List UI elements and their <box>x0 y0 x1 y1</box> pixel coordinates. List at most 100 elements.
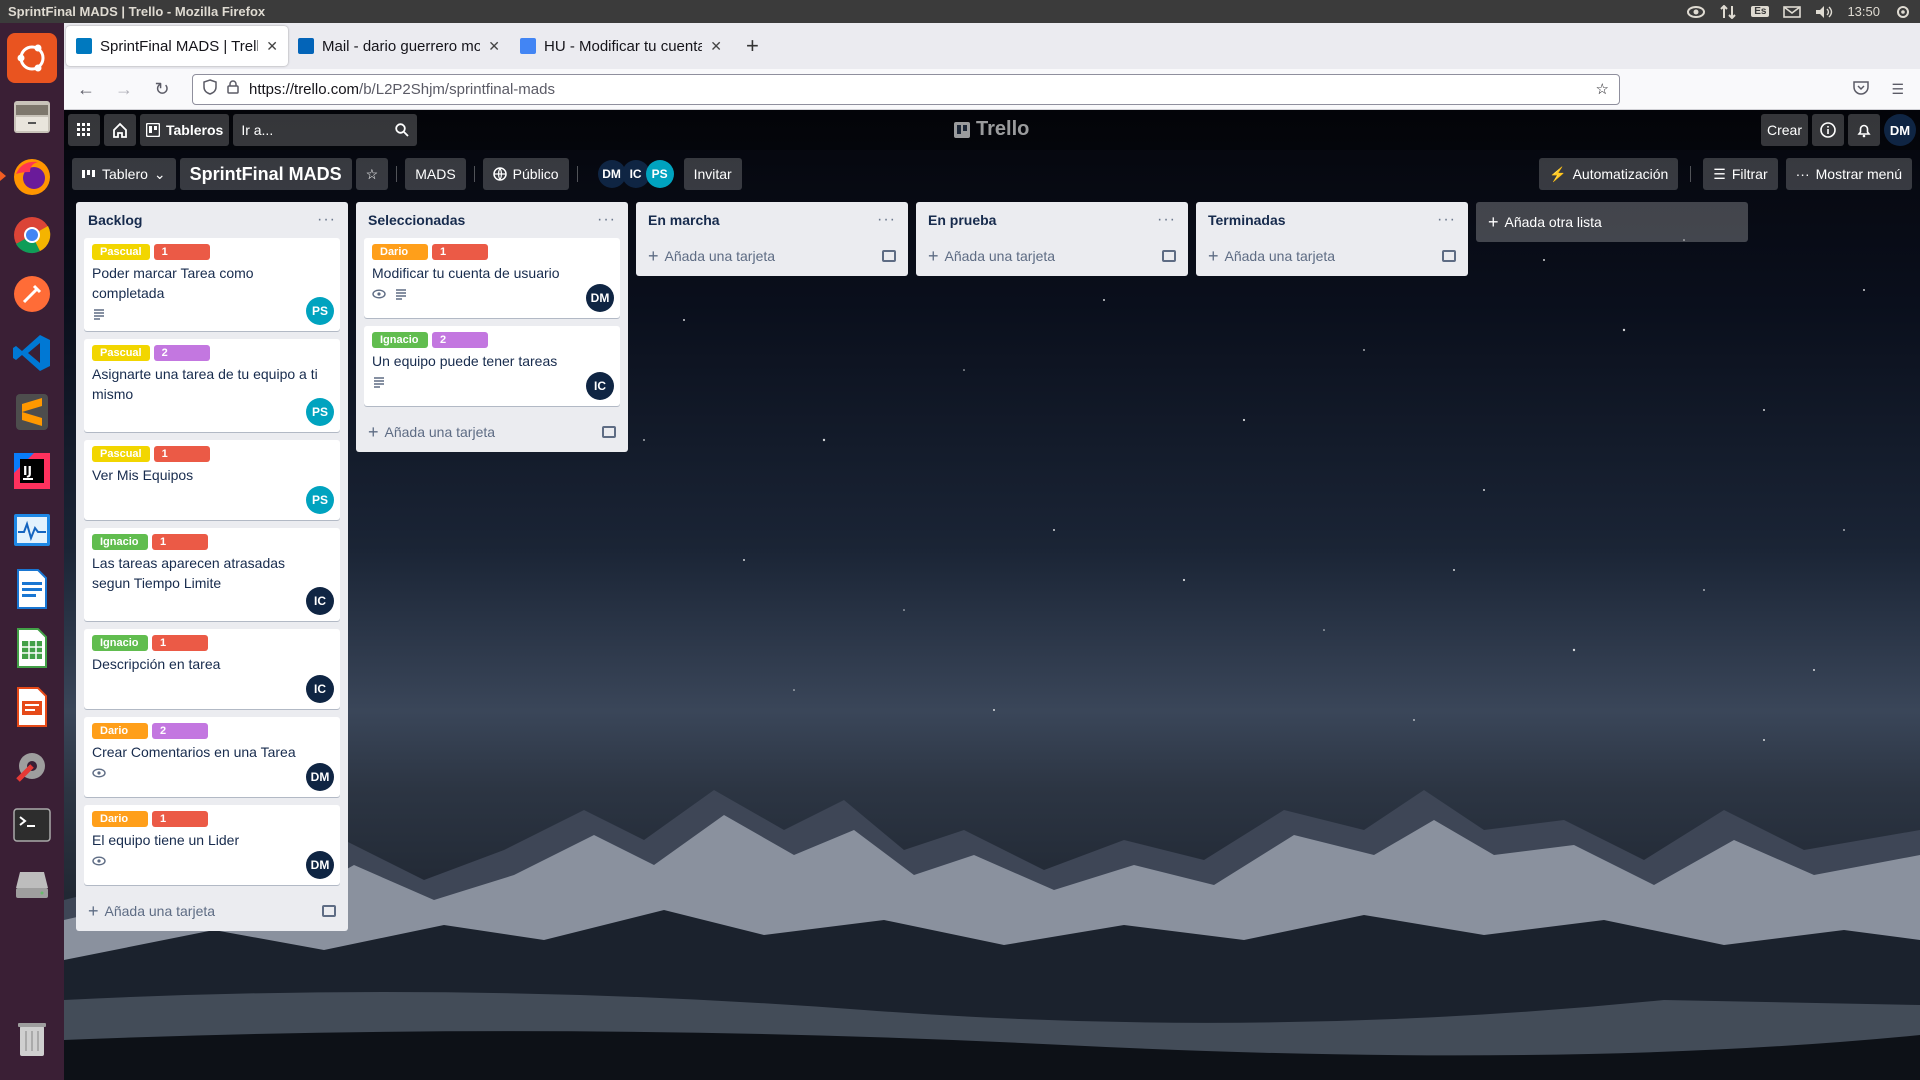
user-avatar[interactable]: DM <box>1884 114 1916 146</box>
reload-button[interactable]: ↻ <box>146 79 178 100</box>
card-member-avatar[interactable]: IC <box>306 587 334 615</box>
new-tab-button[interactable]: + <box>732 33 773 59</box>
show-menu-button[interactable]: ··· Mostrar menú <box>1785 158 1912 190</box>
launcher-intellij[interactable]: IJ <box>7 446 57 496</box>
card-label[interactable]: Pascual <box>92 345 150 361</box>
list-menu-icon[interactable]: ··· <box>317 211 336 229</box>
card-label[interactable]: 1 <box>152 635 208 651</box>
list-title[interactable]: Seleccionadas <box>368 212 465 228</box>
card-label[interactable]: 1 <box>432 244 488 260</box>
search-icon[interactable] <box>395 123 409 137</box>
card-label[interactable]: Ignacio <box>92 635 148 651</box>
url-bar[interactable]: https://trello.com/b/L2P2Shjm/sprintfina… <box>192 73 1620 105</box>
network-icon[interactable] <box>1719 4 1737 19</box>
card-label[interactable]: 2 <box>432 332 488 348</box>
add-card-button[interactable]: + Añada una tarjeta <box>924 238 1180 274</box>
card-label[interactable]: 1 <box>153 244 210 260</box>
card[interactable]: Dario 1 El equipo tiene un Lider DM <box>84 805 340 885</box>
add-card-button[interactable]: + Añada una tarjeta <box>84 893 340 929</box>
lock-icon[interactable] <box>227 80 239 98</box>
add-card-button[interactable]: + Añada una tarjeta <box>364 414 620 450</box>
card[interactable]: Ignacio 2 Un equipo puede tener tareas I… <box>364 326 620 406</box>
launcher-monitor[interactable] <box>7 505 57 555</box>
launcher-firefox[interactable] <box>0 151 57 201</box>
list-en-prueba[interactable]: En prueba ··· + Añada una tarjeta <box>916 202 1188 276</box>
card-member-avatar[interactable]: DM <box>306 763 334 791</box>
list-menu-icon[interactable]: ··· <box>1437 211 1456 229</box>
apps-switcher-button[interactable] <box>68 114 100 146</box>
card-label[interactable]: Pascual <box>92 446 150 462</box>
card-label[interactable]: Dario <box>92 723 148 739</box>
card-label[interactable]: 1 <box>153 446 210 462</box>
card-label[interactable]: 2 <box>153 345 210 361</box>
card-label[interactable]: 1 <box>152 534 208 550</box>
add-card-button[interactable]: + Añada una tarjeta <box>644 238 900 274</box>
list-title[interactable]: En prueba <box>928 212 996 228</box>
launcher-impress[interactable] <box>7 682 57 732</box>
automation-button[interactable]: ⚡ Automatización <box>1539 158 1679 190</box>
card-label[interactable]: Ignacio <box>92 534 148 550</box>
power-gear-icon[interactable] <box>1894 5 1912 19</box>
card-member-avatar[interactable]: PS <box>306 486 334 514</box>
search-input[interactable]: Ir a... <box>233 114 418 146</box>
launcher-vscode[interactable] <box>7 328 57 378</box>
home-button[interactable] <box>104 114 136 146</box>
volume-icon[interactable] <box>1815 5 1833 19</box>
card-template-icon[interactable] <box>1442 250 1456 262</box>
launcher-calc[interactable] <box>7 623 57 673</box>
star-board-button[interactable]: ☆ <box>355 158 389 190</box>
list-menu-icon[interactable]: ··· <box>877 211 896 229</box>
list-menu-icon[interactable]: ··· <box>1157 211 1176 229</box>
invite-button[interactable]: Invitar <box>683 158 742 190</box>
mail-icon[interactable] <box>1783 5 1802 19</box>
card[interactable]: Pascual 1 Ver Mis Equipos PS <box>84 440 340 520</box>
card-label[interactable]: Ignacio <box>372 332 428 348</box>
notifications-button[interactable] <box>1848 114 1880 146</box>
launcher-sublime[interactable] <box>7 387 57 437</box>
card-label[interactable]: 1 <box>152 811 208 827</box>
list-seleccionadas[interactable]: Seleccionadas ··· Dario 1 Modificar tu c… <box>356 202 628 452</box>
launcher-chrome[interactable] <box>7 210 57 260</box>
close-tab-icon[interactable]: ✕ <box>710 38 722 55</box>
card-label[interactable]: Dario <box>92 811 148 827</box>
card[interactable]: Pascual 2 Asignarte una tarea de tu equi… <box>84 339 340 432</box>
launcher-trash[interactable] <box>7 1013 57 1063</box>
card-template-icon[interactable] <box>322 905 336 917</box>
keyboard-language[interactable]: Es <box>1751 6 1770 17</box>
card-template-icon[interactable] <box>602 426 616 438</box>
forward-button[interactable]: → <box>108 79 140 100</box>
tab-hu[interactable]: HU - Modificar tu cuenta ✕ <box>510 26 732 66</box>
card[interactable]: Dario 2 Crear Comentarios en una Tarea D… <box>84 717 340 797</box>
card-member-avatar[interactable]: PS <box>306 398 334 426</box>
launcher-files[interactable] <box>7 92 57 142</box>
list-title[interactable]: En marcha <box>648 212 720 228</box>
card[interactable]: Ignacio 1 Las tareas aparecen atrasadas … <box>84 528 340 621</box>
launcher-ubuntu[interactable] <box>7 33 57 83</box>
app-menu-icon[interactable]: ☰ <box>1891 81 1904 98</box>
trello-logo[interactable]: Trello <box>954 118 1029 141</box>
list-title[interactable]: Backlog <box>88 212 142 228</box>
visibility-icon[interactable] <box>1687 5 1706 19</box>
tab-mail[interactable]: Mail - dario guerrero mon ✕ <box>288 26 510 66</box>
card-template-icon[interactable] <box>1162 250 1176 262</box>
card-member-avatar[interactable]: DM <box>306 851 334 879</box>
card-template-icon[interactable] <box>882 250 896 262</box>
shield-icon[interactable] <box>203 79 217 99</box>
launcher-postman[interactable] <box>7 269 57 319</box>
card-member-avatar[interactable]: IC <box>306 675 334 703</box>
add-list-button[interactable]: + Añada otra lista <box>1476 202 1748 242</box>
member-avatar[interactable]: PS <box>645 160 674 188</box>
list-backlog[interactable]: Backlog ··· Pascual 1 Poder marcar Tarea… <box>76 202 348 931</box>
clock[interactable]: 13:50 <box>1847 4 1880 19</box>
card-label[interactable]: 2 <box>152 723 208 739</box>
tab-trello[interactable]: SprintFinal MADS | Trello ✕ <box>66 26 288 66</box>
card-member-avatar[interactable]: IC <box>586 372 614 400</box>
bookmark-star-icon[interactable]: ☆ <box>1596 80 1609 98</box>
board-title[interactable]: SprintFinal MADS <box>179 158 352 190</box>
card[interactable]: Pascual 1 Poder marcar Tarea como comple… <box>84 238 340 331</box>
workspace-button[interactable]: MADS <box>405 158 466 190</box>
list-title[interactable]: Terminadas <box>1208 212 1286 228</box>
visibility-button[interactable]: Público <box>482 158 569 190</box>
pocket-icon[interactable] <box>1853 80 1870 98</box>
card-member-avatar[interactable]: DM <box>586 284 614 312</box>
